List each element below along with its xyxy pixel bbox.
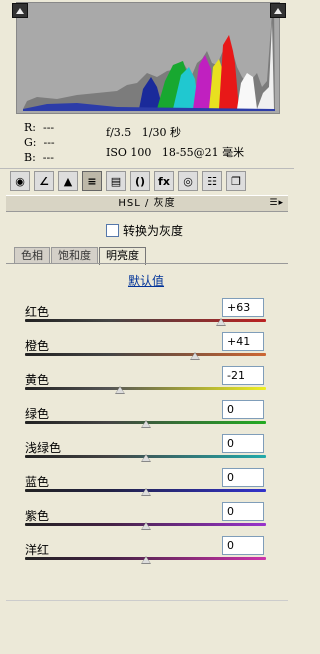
tab-saturation[interactable]: 饱和度 [51, 247, 98, 264]
presets-button[interactable]: ☷ [202, 171, 222, 191]
info-readout: R: --- G: --- B: --- f/3.5 1/30 秒 ISO 10… [0, 115, 294, 167]
slider-label-red: 红色 [25, 305, 50, 319]
value-field-blue[interactable]: 0 [222, 468, 264, 487]
g-value: G: --- [24, 136, 55, 149]
slider-thumb-green[interactable] [140, 420, 151, 428]
panel-title: HSL / 灰度 [118, 198, 176, 209]
slider-thumb-magenta[interactable] [140, 556, 151, 564]
hsl-tabs: 色相 饱和度 明亮度 [14, 247, 147, 265]
tone-curve-button[interactable]: ∠ [34, 171, 54, 191]
convert-grayscale-label: 转换为灰度 [123, 224, 184, 238]
iso-lens: ISO 100 18-55@21 毫米 [106, 146, 245, 159]
split-toning-button[interactable]: ▤ [106, 171, 126, 191]
panel-menu-icon[interactable]: ☰▸ [269, 196, 284, 211]
convert-grayscale-checkbox[interactable] [106, 224, 119, 237]
camera-calibration-icon: ◎ [183, 174, 193, 188]
slider-label-purple: 紫色 [25, 509, 50, 523]
slider-label-yellow: 黄色 [25, 373, 50, 387]
slider-thumb-yellow[interactable] [115, 386, 126, 394]
slider-thumb-orange[interactable] [189, 352, 200, 360]
slider-row-blue: 蓝色 0 [0, 468, 294, 502]
tab-hue[interactable]: 色相 [14, 247, 50, 264]
aperture-button[interactable]: ◉ [10, 171, 30, 191]
snapshots-icon: ❐ [231, 174, 241, 188]
mountain-detail-button[interactable]: ▲ [58, 171, 78, 191]
slider-label-aqua: 浅绿色 [25, 441, 62, 455]
hsl-icon: ≡ [87, 174, 97, 188]
aperture-icon: ◉ [15, 174, 25, 188]
slider-row-magenta: 洋红 0 [0, 536, 294, 570]
shadow-clipping-button[interactable] [12, 3, 28, 18]
triangle-up-icon [16, 7, 24, 14]
panel-title-bar: HSL / 灰度 ☰▸ [6, 195, 288, 212]
histogram-area [0, 0, 294, 115]
mountain-detail-icon: ▲ [63, 174, 73, 188]
snapshots-button[interactable]: ❐ [226, 171, 246, 191]
slider-track-yellow[interactable] [25, 387, 266, 390]
slider-label-magenta: 洋红 [25, 543, 50, 557]
value-field-magenta[interactable]: 0 [222, 536, 264, 555]
value-field-red[interactable]: +63 [222, 298, 264, 317]
slider-track-red[interactable] [25, 319, 266, 322]
triangle-up-icon [274, 7, 282, 14]
tone-curve-icon: ∠ [39, 174, 49, 188]
value-field-yellow[interactable]: -21 [222, 366, 264, 385]
slider-row-green: 绿色 0 [0, 400, 294, 434]
lens-corrections-button[interactable]: () [130, 171, 150, 191]
slider-row-orange: 橙色 +41 [0, 332, 294, 366]
value-field-green[interactable]: 0 [222, 400, 264, 419]
fx-icon: fx [158, 174, 170, 188]
tab-divider [6, 263, 288, 264]
slider-thumb-blue[interactable] [140, 488, 151, 496]
slider-row-aqua: 浅绿色 0 [0, 434, 294, 468]
slider-label-blue: 蓝色 [25, 475, 50, 489]
histogram-graph [23, 3, 275, 111]
r-value: R: --- [24, 121, 55, 134]
b-value: B: --- [24, 151, 54, 164]
slider-row-yellow: 黄色 -21 [0, 366, 294, 400]
slider-thumb-red[interactable] [216, 318, 227, 326]
slider-row-red: 红色 +63 [0, 298, 294, 332]
slider-thumb-aqua[interactable] [140, 454, 151, 462]
histogram [16, 2, 280, 114]
aperture-shutter: f/3.5 1/30 秒 [106, 126, 181, 139]
slider-thumb-purple[interactable] [140, 522, 151, 530]
default-link[interactable]: 默认值 [128, 272, 164, 289]
highlight-clipping-button[interactable] [270, 3, 286, 18]
slider-track-orange[interactable] [25, 353, 266, 356]
slider-row-purple: 紫色 0 [0, 502, 294, 536]
split-toning-icon: ▤ [110, 174, 122, 188]
fx-button[interactable]: fx [154, 171, 174, 191]
slider-label-green: 绿色 [25, 407, 50, 421]
convert-grayscale-row[interactable]: 转换为灰度 [106, 222, 183, 239]
lens-corrections-icon: () [134, 174, 146, 188]
value-field-aqua[interactable]: 0 [222, 434, 264, 453]
panel-toolbar: ◉ ∠ ▲ ≡ ▤ () fx ◎ ☷ ❐ [0, 168, 294, 195]
rgb-readout: R: --- G: --- B: --- [24, 120, 55, 165]
value-field-orange[interactable]: +41 [222, 332, 264, 351]
value-field-purple[interactable]: 0 [222, 502, 264, 521]
camera-calibration-button[interactable]: ◎ [178, 171, 198, 191]
hsl-button[interactable]: ≡ [82, 171, 102, 191]
camera-info: f/3.5 1/30 秒 ISO 100 18-55@21 毫米 [106, 123, 244, 163]
panel-bottom-divider [6, 600, 288, 601]
presets-icon: ☷ [207, 174, 217, 188]
slider-label-orange: 橙色 [25, 339, 50, 353]
